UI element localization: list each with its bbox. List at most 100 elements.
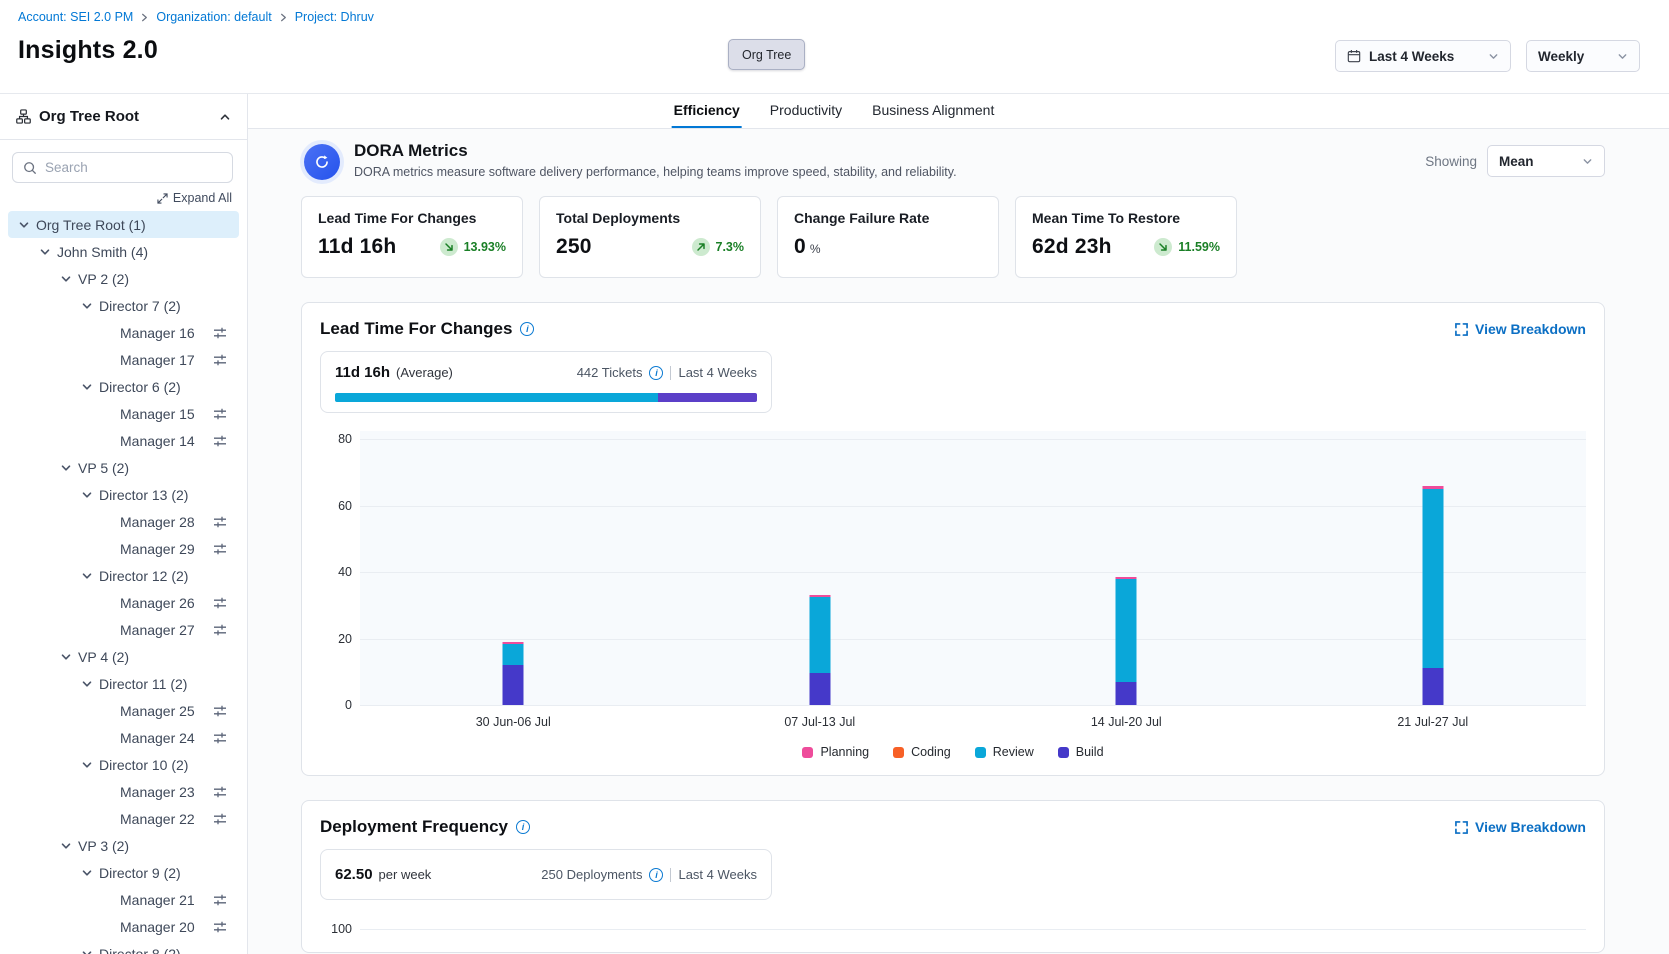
tree-item[interactable]: Manager 24	[8, 724, 239, 751]
org-tree-button[interactable]: Org Tree	[728, 39, 805, 70]
tab-business-alignment[interactable]: Business Alignment	[870, 94, 996, 128]
tree-item[interactable]: Director 7 (2)	[8, 292, 239, 319]
tree-item[interactable]: VP 3 (2)	[8, 832, 239, 859]
tree-item-label: Manager 24	[120, 730, 195, 746]
filter-sliders-icon[interactable]	[213, 596, 227, 610]
tree-item[interactable]: Manager 23	[8, 778, 239, 805]
filter-sliders-icon[interactable]	[213, 812, 227, 826]
tree-item[interactable]: Org Tree Root (1)	[8, 211, 239, 238]
dora-header: DORA Metrics DORA metrics measure softwa…	[301, 141, 1605, 180]
x-tick-label: 07 Jul-13 Jul	[667, 715, 974, 729]
tree-item[interactable]: Director 12 (2)	[8, 562, 239, 589]
lead-time-section: Lead Time For Changes i View Breakdown 1…	[301, 302, 1605, 776]
info-icon[interactable]: i	[520, 322, 534, 336]
tree-item[interactable]: John Smith (4)	[8, 238, 239, 265]
stacked-bar[interactable]	[809, 439, 830, 705]
filter-sliders-icon[interactable]	[213, 920, 227, 934]
filter-sliders-icon[interactable]	[213, 515, 227, 529]
breadcrumb-separator-icon	[279, 13, 288, 22]
breadcrumb-organization[interactable]: Organization: default	[156, 10, 271, 24]
tree-item[interactable]: Director 9 (2)	[8, 859, 239, 886]
tree-item[interactable]: Manager 17	[8, 346, 239, 373]
tree-item[interactable]: VP 2 (2)	[8, 265, 239, 292]
tree-item-label: Manager 25	[120, 703, 195, 719]
chevron-down-icon	[39, 246, 51, 258]
tree-item[interactable]: Manager 29	[8, 535, 239, 562]
tab-bar: Efficiency Productivity Business Alignme…	[248, 94, 1669, 129]
y-tick-label: 80	[338, 432, 352, 446]
granularity-value: Weekly	[1538, 49, 1584, 64]
filter-sliders-icon[interactable]	[213, 434, 227, 448]
tree-item[interactable]: Manager 20	[8, 913, 239, 940]
tree-item[interactable]: Manager 21	[8, 886, 239, 913]
tree-item[interactable]: Manager 15	[8, 400, 239, 427]
tree-item-label: Director 13 (2)	[99, 487, 188, 503]
filter-sliders-icon[interactable]	[213, 785, 227, 799]
stacked-bar[interactable]	[503, 439, 524, 705]
info-icon[interactable]: i	[649, 868, 663, 882]
lead-time-x-axis: 30 Jun-06 Jul07 Jul-13 Jul14 Jul-20 Jul2…	[360, 715, 1586, 729]
date-range-select[interactable]: Last 4 Weeks	[1335, 40, 1511, 72]
tree-item[interactable]: VP 5 (2)	[8, 454, 239, 481]
filter-sliders-icon[interactable]	[213, 704, 227, 718]
info-icon[interactable]: i	[516, 820, 530, 834]
breadcrumb-separator-icon	[140, 13, 149, 22]
metric-card-value: 250	[556, 235, 592, 259]
tab-efficiency[interactable]: Efficiency	[672, 94, 742, 128]
search-input[interactable]	[45, 160, 222, 175]
lead-time-view-breakdown[interactable]: View Breakdown	[1455, 321, 1586, 337]
tree-item[interactable]: Director 13 (2)	[8, 481, 239, 508]
search-box[interactable]	[12, 152, 233, 183]
chevron-down-icon	[81, 867, 93, 879]
metric-card-title: Lead Time For Changes	[318, 210, 506, 226]
breadcrumb-project[interactable]: Project: Dhruv	[295, 10, 374, 24]
filter-sliders-icon[interactable]	[213, 353, 227, 367]
legend-item[interactable]: Planning	[802, 745, 869, 759]
stacked-bar[interactable]	[1422, 439, 1443, 705]
tree-item[interactable]: Manager 22	[8, 805, 239, 832]
tree-item[interactable]: Manager 28	[8, 508, 239, 535]
filter-sliders-icon[interactable]	[213, 731, 227, 745]
metric-card: Mean Time To Restore62d 23h11.59%	[1015, 196, 1237, 278]
filter-sliders-icon[interactable]	[213, 407, 227, 421]
chevron-down-icon	[81, 381, 93, 393]
legend-item[interactable]: Coding	[893, 745, 951, 759]
granularity-select[interactable]: Weekly	[1526, 40, 1640, 72]
deployment-view-breakdown[interactable]: View Breakdown	[1455, 819, 1586, 835]
tree-item[interactable]: Manager 26	[8, 589, 239, 616]
sidebar-header[interactable]: Org Tree Root	[0, 94, 247, 140]
tree-item[interactable]: Director 11 (2)	[8, 670, 239, 697]
info-icon[interactable]: i	[649, 366, 663, 380]
legend-swatch	[1058, 747, 1069, 758]
breadcrumb-account[interactable]: Account: SEI 2.0 PM	[18, 10, 133, 24]
filter-sliders-icon[interactable]	[213, 623, 227, 637]
tab-productivity[interactable]: Productivity	[768, 94, 844, 128]
y-tick-label: 20	[338, 632, 352, 646]
filter-sliders-icon[interactable]	[213, 893, 227, 907]
tree-item-label: Director 9 (2)	[99, 865, 181, 881]
tree-item[interactable]: Manager 14	[8, 427, 239, 454]
legend-item[interactable]: Build	[1058, 745, 1104, 759]
y-tick-label: 0	[345, 698, 352, 712]
tree-item[interactable]: Manager 16	[8, 319, 239, 346]
tree-item[interactable]: Director 6 (2)	[8, 373, 239, 400]
chevron-down-icon	[60, 462, 72, 474]
tree-item[interactable]: Manager 27	[8, 616, 239, 643]
tree-item-label: Manager 15	[120, 406, 195, 422]
filter-sliders-icon[interactable]	[213, 326, 227, 340]
filter-sliders-icon[interactable]	[213, 542, 227, 556]
tree-item[interactable]: Director 8 (2)	[8, 940, 239, 954]
chevron-up-icon[interactable]	[219, 111, 231, 123]
expand-all-button[interactable]: Expand All	[157, 191, 232, 205]
y-tick-label: 40	[338, 565, 352, 579]
stacked-bar[interactable]	[1116, 439, 1137, 705]
tree-item-label: Manager 16	[120, 325, 195, 341]
bar-segment-build	[503, 665, 524, 705]
tree-item[interactable]: Director 10 (2)	[8, 751, 239, 778]
tree-item[interactable]: VP 4 (2)	[8, 643, 239, 670]
showing-select[interactable]: Mean	[1487, 145, 1605, 177]
dora-cycle-icon	[304, 144, 340, 180]
tree-item[interactable]: Manager 25	[8, 697, 239, 724]
divider	[670, 868, 671, 882]
legend-item[interactable]: Review	[975, 745, 1034, 759]
